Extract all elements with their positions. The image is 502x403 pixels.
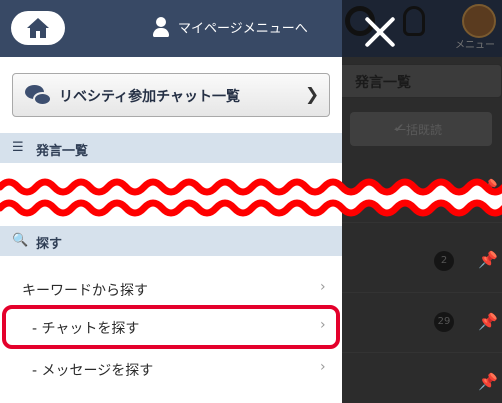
mypage-menu-label: マイページメニューへ: [178, 21, 308, 37]
mark-all-read-button: ✔ 一括既読: [350, 112, 492, 146]
pin-icon: 📌: [478, 372, 498, 391]
divider: [342, 292, 502, 293]
list-icon: ☰: [12, 140, 24, 155]
section-posts[interactable]: ☰ 発言一覧: [0, 133, 342, 163]
pin-icon: 📌: [478, 250, 498, 269]
tab-posts: 発言一覧: [330, 64, 502, 98]
chevron-right-icon: ›: [320, 279, 326, 295]
divider: [342, 222, 502, 223]
chevron-right-icon: ❯: [305, 85, 320, 105]
mark-all-read-label: 一括既読: [394, 123, 443, 137]
mypage-menu-link[interactable]: マイページメニューへ: [152, 16, 308, 42]
section-posts-label: 発言一覧: [36, 144, 89, 159]
avatar: [462, 4, 496, 38]
close-menu-button[interactable]: [362, 14, 398, 50]
joined-chats-label: リベシティ参加チャット一覧: [59, 89, 241, 105]
menu-item-label: - メッセージを探す: [32, 363, 154, 379]
menu-item-message-search[interactable]: - メッセージを探す ›: [0, 352, 342, 386]
unread-badge: 2: [434, 251, 454, 271]
chevron-right-icon: ›: [320, 359, 326, 375]
highlight-annotation: [2, 305, 340, 349]
menu-header: マイページメニューへ: [0, 0, 342, 57]
unread-badge: 29: [434, 312, 454, 332]
menu-item-keyword-search[interactable]: キーワードから探す ›: [0, 272, 342, 306]
pin-icon: 📌: [478, 312, 498, 331]
search-icon: 🔍: [12, 233, 29, 248]
menu-item-label: キーワードから探す: [22, 283, 148, 299]
chat-bubbles-icon: [25, 85, 53, 107]
lightbulb-icon: [403, 6, 425, 36]
divider: [342, 352, 502, 353]
section-search-label: 探す: [36, 237, 63, 252]
section-search: 🔍 探す: [0, 226, 342, 256]
tab-posts-label: 発言一覧: [355, 75, 411, 91]
home-icon: [27, 18, 49, 38]
omission-wave-annotation: [0, 178, 502, 217]
user-icon: [152, 16, 170, 38]
home-button[interactable]: [11, 11, 65, 45]
menu-label: メニュー: [455, 40, 495, 51]
joined-chats-button[interactable]: リベシティ参加チャット一覧 ❯: [12, 73, 330, 117]
